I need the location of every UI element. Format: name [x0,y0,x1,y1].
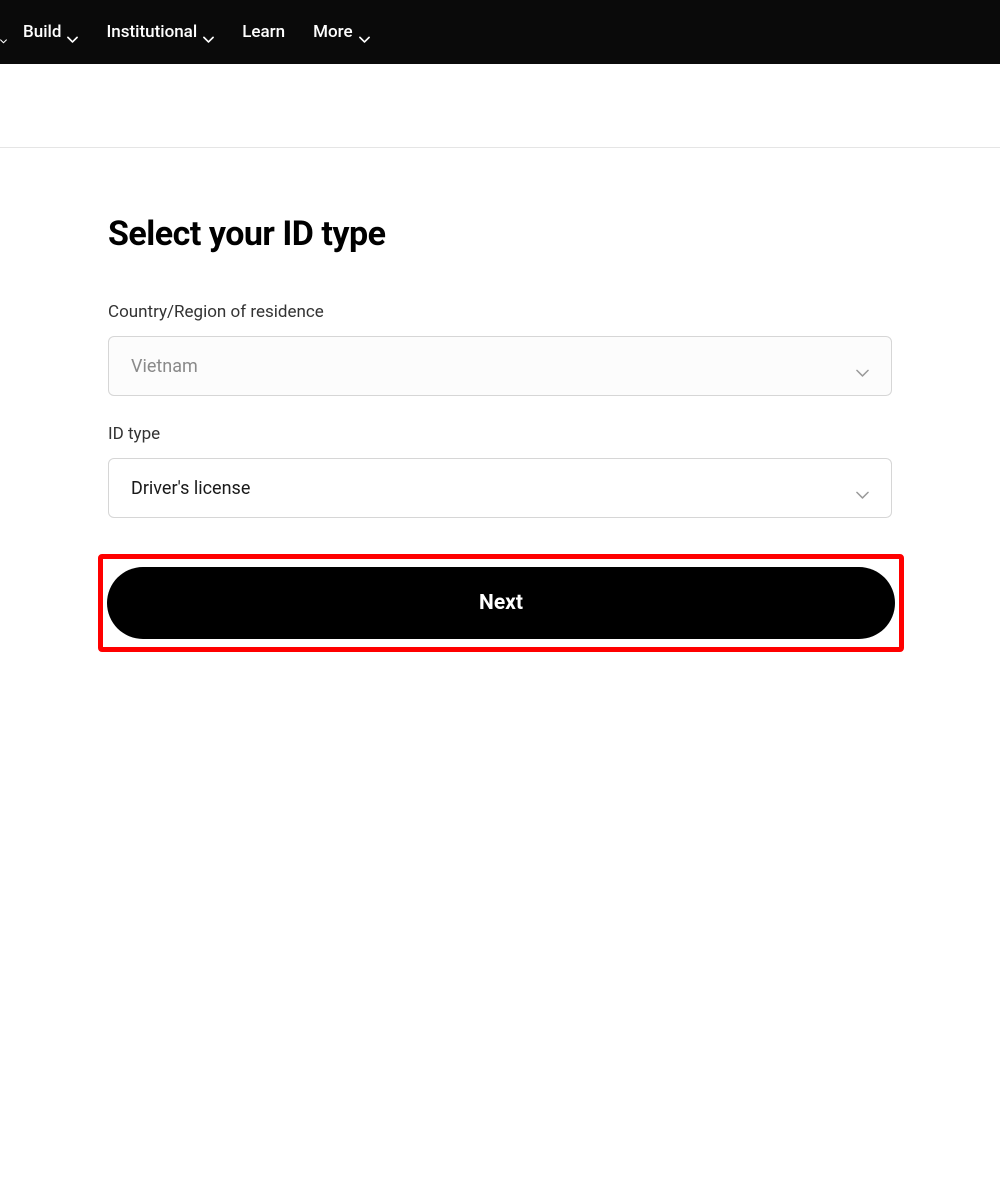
top-nav: Build Institutional Learn More [0,0,1000,64]
id-type-field-group: ID type Driver's license [108,424,892,518]
nav-item-institutional[interactable]: Institutional [92,0,228,64]
chevron-down-icon [67,29,78,36]
nav-label: More [313,22,352,42]
id-type-label: ID type [108,424,892,444]
chevron-down-icon [0,29,7,36]
country-select[interactable]: Vietnam [108,336,892,396]
nav-item-learn[interactable]: Learn [228,0,299,64]
chevron-down-icon [359,29,370,36]
id-type-select[interactable]: Driver's license [108,458,892,518]
chevron-down-icon [856,484,869,492]
nav-label: Build [23,22,61,42]
country-value: Vietnam [131,356,198,377]
nav-item-build[interactable]: Build [15,0,92,64]
main-content: Select your ID type Country/Region of re… [0,148,1000,652]
country-field-group: Country/Region of residence Vietnam [108,302,892,396]
sub-header [0,64,1000,148]
chevron-down-icon [856,362,869,370]
country-label: Country/Region of residence [108,302,892,322]
next-button-highlight: Next [98,554,904,652]
nav-label: Institutional [106,22,197,42]
nav-item-more[interactable]: More [299,0,383,64]
next-button[interactable]: Next [107,567,895,639]
nav-label: Learn [242,22,285,42]
id-type-value: Driver's license [131,478,250,499]
chevron-down-icon [203,29,214,36]
page-title: Select your ID type [108,214,892,254]
